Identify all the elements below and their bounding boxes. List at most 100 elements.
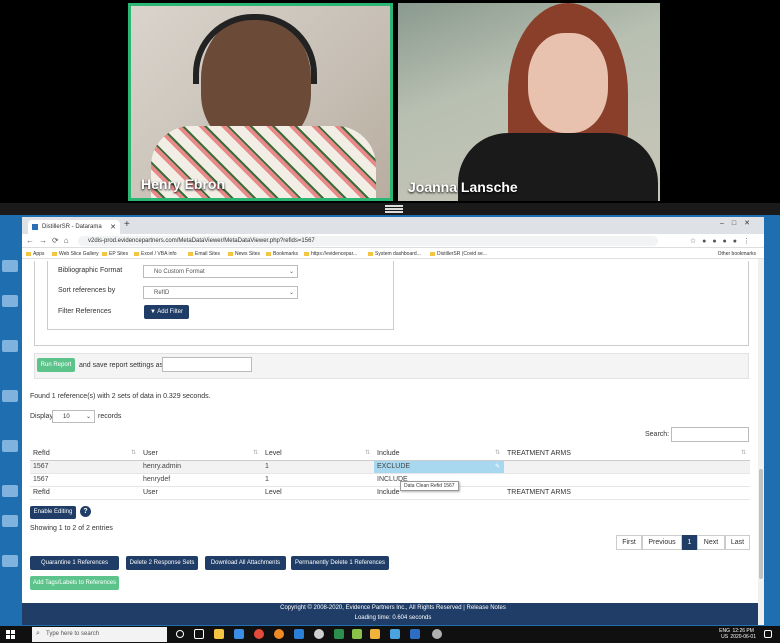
bookmark-item[interactable]: https://evidencepar... bbox=[304, 251, 357, 257]
display-label: Display bbox=[30, 413, 53, 420]
cell-user: henry.admin bbox=[140, 460, 262, 474]
page-footer: Copyright © 2008-2020, Evidence Partners… bbox=[22, 603, 764, 625]
system-clock[interactable]: 12:26 PM 2020-06-01 bbox=[730, 628, 756, 640]
desktop-icon[interactable] bbox=[2, 485, 18, 497]
other-bookmarks[interactable]: Other bookmarks bbox=[718, 251, 756, 257]
pagination-page-1[interactable]: 1 bbox=[682, 535, 697, 550]
column-header-include[interactable]: Include ⇅ bbox=[374, 447, 504, 461]
windows-start-icon[interactable] bbox=[6, 630, 15, 639]
app-icon[interactable] bbox=[314, 629, 324, 639]
save-settings-input[interactable] bbox=[162, 357, 252, 372]
sort-by-value: RefID bbox=[154, 290, 170, 296]
url-input[interactable]: v2dis-prod.evidencepartners.com/MetaData… bbox=[78, 236, 658, 246]
outlook-icon[interactable] bbox=[410, 629, 420, 639]
video-tile-joanna[interactable]: Joanna Lansche bbox=[398, 3, 660, 201]
bookmark-item[interactable]: Email Sites bbox=[188, 251, 220, 257]
cell-level: 1 bbox=[262, 473, 374, 487]
splitter-grip-icon[interactable] bbox=[385, 205, 403, 213]
firefox-icon[interactable] bbox=[274, 629, 284, 639]
column-header-refid[interactable]: RefId ⇅ bbox=[30, 447, 140, 461]
search-input[interactable] bbox=[671, 427, 749, 442]
bookmark-item[interactable]: System dashboard... bbox=[368, 251, 421, 257]
app-icon[interactable] bbox=[370, 629, 380, 639]
sort-icon: ⇅ bbox=[494, 450, 500, 456]
cell-include[interactable]: EXCLUDE ✎ bbox=[374, 460, 504, 474]
pagination-last[interactable]: Last bbox=[725, 535, 750, 550]
permanently-delete-button[interactable]: Permanently Delete 1 References bbox=[291, 556, 389, 570]
new-tab-icon[interactable]: + bbox=[124, 219, 130, 230]
extension-icons[interactable]: ☆●●●●⋮ bbox=[690, 237, 756, 245]
footer-user: User bbox=[140, 485, 262, 500]
desktop-icon[interactable] bbox=[2, 340, 18, 352]
task-view-icon[interactable] bbox=[194, 629, 204, 639]
cortana-icon[interactable] bbox=[176, 630, 184, 638]
quarantine-button[interactable]: Quarantine 1 References bbox=[30, 556, 119, 570]
sort-by-label: Sort references by bbox=[58, 287, 116, 294]
help-icon[interactable]: ? bbox=[80, 506, 91, 517]
display-count-value: 10 bbox=[63, 414, 70, 420]
bookmark-item[interactable]: Web Slice Gallery bbox=[52, 251, 99, 257]
browser-tab[interactable]: DistillerSR - Datarama ✕ bbox=[28, 220, 120, 234]
enable-editing-button[interactable]: Enable Editing bbox=[30, 506, 76, 519]
bookmark-item[interactable]: Bookmarks bbox=[266, 251, 298, 257]
bookmark-item[interactable]: DistillerSR (Covid se... bbox=[430, 251, 487, 257]
release-notes-link[interactable]: Release Notes bbox=[467, 605, 506, 611]
records-label: records bbox=[98, 413, 122, 420]
edit-cell-icon[interactable]: ✎ bbox=[495, 463, 500, 470]
column-header-level[interactable]: Level ⇅ bbox=[262, 447, 374, 461]
app-icon[interactable] bbox=[432, 629, 442, 639]
table-footer-row: RefId User Level Include TREATMENT ARMS bbox=[30, 485, 750, 500]
bibliographic-format-select[interactable]: No Custom Format ⌄ bbox=[143, 265, 298, 278]
display-count-select[interactable]: 10 ⌄ bbox=[52, 410, 95, 423]
close-tab-icon[interactable]: ✕ bbox=[110, 223, 116, 231]
favicon-icon bbox=[32, 224, 38, 230]
cell-user: henrydef bbox=[140, 473, 262, 487]
app-icon[interactable] bbox=[390, 629, 400, 639]
video-tile-henry[interactable]: Henry Ebron bbox=[128, 3, 393, 201]
page-scrollbar[interactable] bbox=[758, 259, 764, 625]
chevron-down-icon: ⌄ bbox=[288, 269, 294, 275]
taskbar-search-box[interactable]: ⌕ Type here to search bbox=[32, 627, 167, 642]
desktop-icon[interactable] bbox=[2, 260, 18, 272]
bookmark-item[interactable]: Apps bbox=[26, 251, 44, 257]
loading-time-text: Loading time: 0.604 seconds bbox=[354, 615, 432, 621]
desktop-icon[interactable] bbox=[2, 440, 18, 452]
run-report-bar: Run Report and save report settings as bbox=[34, 353, 749, 379]
notifications-icon[interactable] bbox=[764, 630, 772, 638]
add-tags-button[interactable]: Add Tags/Labels to References bbox=[30, 576, 119, 590]
table-row[interactable]: 1567 henrydef 1 INCLUDE bbox=[30, 473, 750, 487]
sort-by-select[interactable]: RefID ⌄ bbox=[143, 286, 298, 299]
bookmark-item[interactable]: News Sites bbox=[228, 251, 260, 257]
download-attachments-button[interactable]: Download All Attachments bbox=[205, 556, 286, 570]
chrome-icon[interactable] bbox=[254, 629, 264, 639]
pagination-first[interactable]: First bbox=[616, 535, 642, 550]
delete-response-sets-button[interactable]: Delete 2 Response Sets bbox=[126, 556, 198, 570]
column-header-treatment-arms[interactable]: TREATMENT ARMS ⇅ bbox=[504, 447, 750, 461]
app-icon[interactable] bbox=[352, 629, 362, 639]
desktop-icon[interactable] bbox=[2, 295, 18, 307]
headphones-shape bbox=[193, 14, 317, 84]
run-report-button[interactable]: Run Report bbox=[37, 358, 75, 372]
language-indicator[interactable]: ENG US bbox=[719, 628, 730, 640]
edge-icon[interactable] bbox=[234, 629, 244, 639]
desktop-icon[interactable] bbox=[2, 555, 18, 567]
search-icon: ⌕ bbox=[36, 630, 40, 637]
add-filter-button[interactable]: ▼ Add Filter bbox=[144, 305, 189, 319]
scrollbar-thumb[interactable] bbox=[759, 469, 763, 579]
taskbar: ⌕ Type here to search ENG US 12:26 PM 20… bbox=[0, 626, 780, 643]
desktop-icon[interactable] bbox=[2, 515, 18, 527]
window-controls[interactable]: –□✕ bbox=[720, 219, 758, 227]
ie-icon[interactable] bbox=[294, 629, 304, 639]
excel-icon[interactable] bbox=[334, 629, 344, 639]
nav-buttons[interactable]: ←→⟳⌂ bbox=[26, 236, 74, 245]
pagination-previous[interactable]: Previous bbox=[642, 535, 682, 550]
pagination-next[interactable]: Next bbox=[697, 535, 725, 550]
bookmark-item[interactable]: Excel / VBA info bbox=[134, 251, 177, 257]
file-explorer-icon[interactable] bbox=[214, 629, 224, 639]
table-row[interactable]: 1567 henry.admin 1 EXCLUDE ✎ bbox=[30, 460, 750, 474]
footer-refid: RefId bbox=[30, 485, 140, 500]
desktop-icon[interactable] bbox=[2, 390, 18, 402]
bibliographic-format-label: Bibliographic Format bbox=[58, 267, 123, 274]
bookmark-item[interactable]: EP Sites bbox=[102, 251, 128, 257]
column-header-user[interactable]: User ⇅ bbox=[140, 447, 262, 461]
